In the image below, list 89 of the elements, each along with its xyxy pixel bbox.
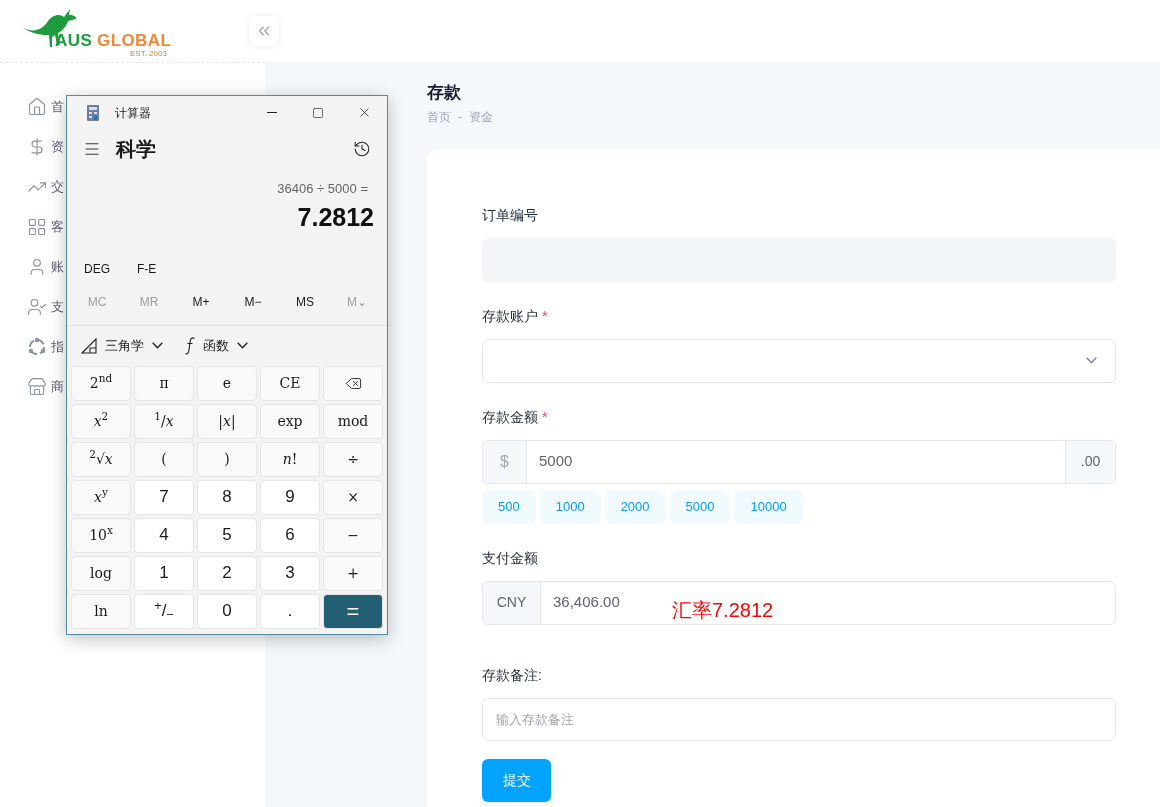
toggle-button[interactable]: F-E: [137, 259, 157, 278]
payment-value: 36,406.00: [552, 592, 621, 613]
calculator-key[interactable]: 3: [260, 555, 320, 591]
required-mark: *: [542, 306, 548, 326]
calculator-key[interactable]: 1: [134, 555, 194, 591]
field-label: 订单编号: [482, 205, 538, 225]
function-icon: [185, 336, 195, 355]
sidebar-item[interactable]: 资: [51, 139, 64, 155]
currency-prefix: $: [483, 440, 527, 483]
currency-prefix: CNY: [483, 581, 541, 624]
result-display: 7.2812: [297, 201, 374, 233]
calculator-key[interactable]: e: [197, 365, 257, 401]
amount-value: 5000: [538, 451, 574, 472]
calculator-key[interactable]: ln: [71, 593, 131, 629]
breadcrumb-separator: -: [458, 108, 462, 126]
calculator-key[interactable]: (: [134, 441, 194, 477]
calculator-key[interactable]: ×: [323, 479, 383, 515]
maximize-icon: [312, 106, 324, 119]
calculator-key[interactable]: 5: [197, 517, 257, 553]
function-dropdown[interactable]: 函数: [185, 335, 248, 356]
calculator-key[interactable]: |x|: [197, 403, 257, 439]
brand-suffix: GLOBAL: [97, 32, 172, 49]
calculator-key[interactable]: exp: [260, 403, 320, 439]
user-check-icon: [27, 297, 47, 317]
sidebar-item[interactable]: 指: [51, 339, 64, 355]
sidebar-item[interactable]: 首: [51, 99, 64, 115]
calculator-key[interactable]: +: [323, 555, 383, 591]
calculator-key[interactable]: $^{1}$/x: [134, 403, 194, 439]
calculator-key[interactable]: 2: [197, 555, 257, 591]
sidebar-item[interactable]: 客: [51, 219, 64, 235]
sidebar-item[interactable]: 账: [51, 259, 64, 275]
chevron-down-icon: [152, 342, 163, 349]
calculator-key[interactable]: −: [323, 517, 383, 553]
amount-field[interactable]: $ 5000 .00: [482, 439, 1116, 484]
minimize-icon: [267, 112, 277, 113]
calculator-key[interactable]: π: [134, 365, 194, 401]
function-dropdown[interactable]: 三角学: [81, 335, 163, 356]
calculator-key[interactable]: n!: [260, 441, 320, 477]
history-icon[interactable]: [353, 140, 371, 158]
remark-input-field[interactable]: 输入存款备注: [482, 697, 1116, 741]
calculator-key[interactable]: 2$^{nd}$: [71, 365, 131, 401]
field-label: 存款金额: [482, 407, 538, 427]
memory-button[interactable]: MS: [279, 292, 331, 311]
backspace-button[interactable]: [323, 365, 383, 401]
window-title: 计算器: [115, 104, 151, 122]
grid-icon: [27, 217, 47, 237]
ring-icon: [27, 337, 47, 357]
calculator-key[interactable]: 4: [134, 517, 194, 553]
equals-button[interactable]: =: [323, 593, 383, 629]
home-icon: [27, 97, 47, 117]
calculator-key[interactable]: log: [71, 555, 131, 591]
calculator-key[interactable]: ÷: [323, 441, 383, 477]
calculator-key[interactable]: ): [197, 441, 257, 477]
expression-text: 36406 ÷ 5000 =: [277, 180, 368, 198]
required-mark: *: [542, 407, 548, 427]
calculator-key[interactable]: x$^{y}$: [71, 479, 131, 515]
exchange-rate-annotation: 汇率7.2812: [672, 599, 774, 620]
calculator-key[interactable]: 0: [197, 593, 257, 629]
calculator-key[interactable]: 9: [260, 479, 320, 515]
field-label: 支付金额: [482, 548, 538, 568]
sidebar-item[interactable]: 商: [51, 379, 64, 395]
decimal-suffix: .00: [1065, 440, 1115, 483]
menu-icon[interactable]: [83, 140, 101, 158]
chevron-down-icon: [1086, 357, 1097, 364]
triangle-icon: [81, 337, 97, 354]
brand-tagline: EST. 2003: [130, 50, 167, 58]
calculator-key[interactable]: mod: [323, 403, 383, 439]
store-icon: [27, 377, 47, 397]
field-label: 存款账户: [482, 306, 538, 326]
calculator-key[interactable]: 10$^{x}$: [71, 517, 131, 553]
memory-button[interactable]: M+: [175, 292, 227, 311]
calculator-key[interactable]: 8: [197, 479, 257, 515]
sidebar-item[interactable]: 交: [51, 179, 64, 195]
calculator-key[interactable]: $^{2}$√x: [71, 441, 131, 477]
calculator-key[interactable]: x$^{2}$: [71, 403, 131, 439]
calculator-key[interactable]: $^{+}$/$_{−}$: [134, 593, 194, 629]
chevron-down-icon: [237, 342, 248, 349]
mode-title: 科学: [116, 137, 156, 162]
sidebar-item[interactable]: 支: [51, 299, 64, 315]
memory-button[interactable]: M−: [227, 292, 279, 311]
calculator-key[interactable]: 6: [260, 517, 320, 553]
calculator-key[interactable]: 7: [134, 479, 194, 515]
calculator-key[interactable]: .: [260, 593, 320, 629]
calculator-key[interactable]: CE: [260, 365, 320, 401]
field-label: 存款备注:: [482, 665, 542, 685]
calculator-icon: [87, 104, 99, 121]
collapse-sidebar-button[interactable]: [249, 16, 279, 46]
page-title: 存款: [427, 82, 462, 104]
toggle-button[interactable]: DEG: [84, 259, 110, 278]
